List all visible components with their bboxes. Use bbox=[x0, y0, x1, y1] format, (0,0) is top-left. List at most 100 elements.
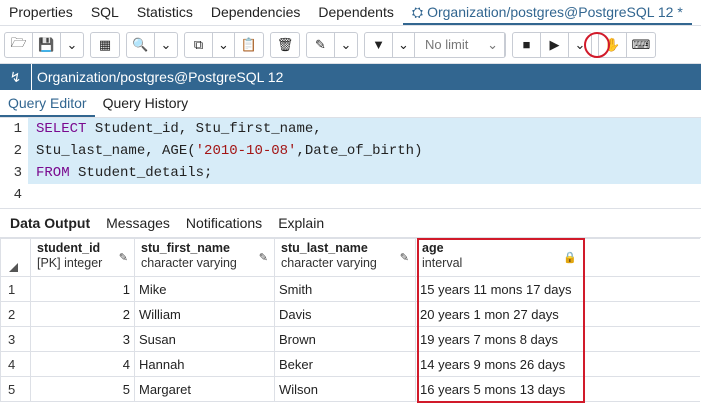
cell-student-id[interactable]: 4 bbox=[30, 351, 135, 377]
column-type: character varying bbox=[141, 256, 237, 270]
column-header-stu-last-name[interactable]: stu_last_name character varying ✎ bbox=[274, 238, 416, 277]
open-file-icon[interactable]: 🗁 bbox=[5, 32, 33, 57]
cell-first-name[interactable]: Margaret bbox=[134, 376, 275, 402]
connection-icon[interactable]: ↯ bbox=[0, 64, 32, 90]
tab-statistics[interactable]: Statistics bbox=[128, 0, 202, 25]
sql-text: ,Date_of_birth) bbox=[296, 143, 423, 159]
pencil-icon: ✎ bbox=[118, 252, 128, 264]
tab-query-editor[interactable]: Query Editor bbox=[0, 90, 95, 117]
tab-data-output[interactable]: Data Output bbox=[2, 215, 98, 231]
tab-explain[interactable]: Explain bbox=[270, 215, 332, 231]
sql-keyword: FROM bbox=[36, 165, 70, 181]
column-name: age bbox=[422, 241, 444, 255]
pencil-icon: ✎ bbox=[399, 252, 409, 264]
save-icon[interactable]: 💾 bbox=[33, 32, 61, 57]
editor-line: 1 SELECT Student_id, Stu_first_name, bbox=[0, 118, 701, 140]
limit-select[interactable]: No limit ⌄ bbox=[415, 32, 505, 57]
column-header-age[interactable]: age interval 🔒 bbox=[415, 238, 584, 277]
tab-query-tool[interactable]: ⛭ Organization/postgres@PostgreSQL 12 * bbox=[402, 0, 692, 25]
chevron-down-icon[interactable]: ⌄ bbox=[393, 32, 415, 57]
output-tabs: Data Output Messages Notifications Expla… bbox=[0, 208, 701, 238]
cell-student-id[interactable]: 5 bbox=[30, 376, 135, 402]
editor-line: 2 Stu_last_name, AGE('2010-10-08',Date_o… bbox=[0, 140, 701, 162]
query-toolbar: 🗁 💾 ⌄ ▦ 🔍 ⌄ ⧉ ⌄ 📋 🗑 ✎ ⌄ ▼ ⌄ No limit ⌄ ■… bbox=[0, 26, 701, 64]
cell-last-name[interactable]: Wilson bbox=[274, 376, 416, 402]
column-name: student_id bbox=[37, 241, 101, 255]
limit-label: No limit bbox=[425, 37, 469, 52]
cell-student-id[interactable]: 2 bbox=[30, 301, 135, 327]
cell-student-id[interactable]: 3 bbox=[30, 326, 135, 352]
select-all-corner[interactable] bbox=[0, 238, 31, 277]
sql-keyword: SELECT bbox=[36, 121, 87, 137]
cell-age[interactable]: 14 years 9 mons 26 days bbox=[415, 351, 584, 377]
table-row[interactable]: 2 2 William Davis 20 years 1 mon 27 days bbox=[0, 301, 700, 327]
cell-first-name[interactable]: Hannah bbox=[134, 351, 275, 377]
stop-icon[interactable]: ■ bbox=[513, 32, 541, 57]
cell-first-name[interactable]: Mike bbox=[134, 276, 275, 302]
row-number: 2 bbox=[0, 301, 31, 327]
cell-age[interactable]: 19 years 7 mons 8 days bbox=[415, 326, 584, 352]
chevron-down-icon: ⌄ bbox=[487, 36, 498, 52]
row-number: 1 bbox=[0, 276, 31, 302]
copy-icon[interactable]: ⧉ bbox=[185, 32, 213, 57]
cell-first-name[interactable]: William bbox=[134, 301, 275, 327]
chevron-down-icon[interactable]: ⌄ bbox=[155, 33, 177, 57]
tab-properties[interactable]: Properties bbox=[0, 0, 82, 25]
header-row: student_id [PK] integer ✎ stu_first_name… bbox=[0, 238, 700, 277]
cell-age[interactable]: 15 years 11 mons 17 days bbox=[415, 276, 584, 302]
column-type: interval bbox=[422, 256, 463, 270]
cell-last-name[interactable]: Beker bbox=[274, 351, 416, 377]
paste-icon[interactable]: 📋 bbox=[235, 33, 263, 57]
column-type: [PK] integer bbox=[37, 256, 103, 270]
table-row[interactable]: 3 3 Susan Brown 19 years 7 mons 8 days bbox=[0, 326, 700, 352]
tab-sql[interactable]: SQL bbox=[82, 0, 128, 25]
tab-messages[interactable]: Messages bbox=[98, 215, 178, 231]
row-number: 5 bbox=[0, 376, 31, 402]
tab-dependents[interactable]: Dependents bbox=[309, 0, 403, 25]
delete-icon[interactable]: 🗑 bbox=[271, 33, 299, 57]
query-editor[interactable]: 1 SELECT Student_id, Stu_first_name, 2 S… bbox=[0, 118, 701, 208]
grid-icon[interactable]: ▦ bbox=[91, 33, 119, 57]
line-number: 4 bbox=[0, 187, 28, 203]
chevron-down-icon[interactable]: ⌄ bbox=[569, 33, 591, 57]
filter-icon[interactable]: ▼ bbox=[365, 32, 393, 57]
edit-icon[interactable]: ✎ bbox=[307, 32, 335, 57]
column-type: character varying bbox=[281, 256, 377, 270]
cell-student-id[interactable]: 1 bbox=[30, 276, 135, 302]
editor-line: 4 bbox=[0, 184, 701, 206]
tab-query-tool-label: Organization/postgres@PostgreSQL 12 * bbox=[427, 3, 683, 20]
tab-query-history[interactable]: Query History bbox=[95, 90, 197, 117]
cell-age[interactable]: 16 years 5 mons 13 days bbox=[415, 376, 584, 402]
table-row[interactable]: 4 4 Hannah Beker 14 years 9 mons 26 days bbox=[0, 351, 700, 377]
cell-age[interactable]: 20 years 1 mon 27 days bbox=[415, 301, 584, 327]
table-row[interactable]: 1 1 Mike Smith 15 years 11 mons 17 days bbox=[0, 276, 700, 302]
result-grid: student_id [PK] integer ✎ stu_first_name… bbox=[0, 238, 701, 403]
column-name: stu_first_name bbox=[141, 241, 230, 255]
column-name: stu_last_name bbox=[281, 241, 368, 255]
row-filler bbox=[583, 326, 700, 352]
chevron-down-icon[interactable]: ⌄ bbox=[213, 32, 235, 57]
tab-notifications[interactable]: Notifications bbox=[178, 215, 270, 231]
chevron-down-icon[interactable]: ⌄ bbox=[335, 33, 357, 57]
corner-icon bbox=[9, 263, 18, 272]
lock-icon: 🔒 bbox=[563, 252, 577, 264]
keyboard-icon[interactable]: ⌨ bbox=[627, 33, 655, 57]
cell-last-name[interactable]: Brown bbox=[274, 326, 416, 352]
row-filler bbox=[583, 301, 700, 327]
row-filler bbox=[583, 376, 700, 402]
line-number: 1 bbox=[0, 121, 28, 137]
table-row[interactable]: 5 5 Margaret Wilson 16 years 5 mons 13 d… bbox=[0, 376, 700, 402]
column-header-stu-first-name[interactable]: stu_first_name character varying ✎ bbox=[134, 238, 275, 277]
search-icon[interactable]: 🔍 bbox=[127, 32, 155, 57]
hand-icon[interactable]: ✋ bbox=[599, 32, 627, 57]
cell-last-name[interactable]: Davis bbox=[274, 301, 416, 327]
chevron-down-icon[interactable]: ⌄ bbox=[61, 33, 83, 57]
sql-text: Stu_last_name, AGE( bbox=[36, 143, 196, 159]
column-header-student-id[interactable]: student_id [PK] integer ✎ bbox=[30, 238, 135, 277]
connection-label: Organization/postgres@PostgreSQL 12 bbox=[37, 69, 284, 85]
cell-last-name[interactable]: Smith bbox=[274, 276, 416, 302]
execute-icon[interactable]: ▶ bbox=[541, 32, 569, 57]
editor-tabs: Query Editor Query History bbox=[0, 90, 701, 118]
tab-dependencies[interactable]: Dependencies bbox=[202, 0, 310, 25]
cell-first-name[interactable]: Susan bbox=[134, 326, 275, 352]
